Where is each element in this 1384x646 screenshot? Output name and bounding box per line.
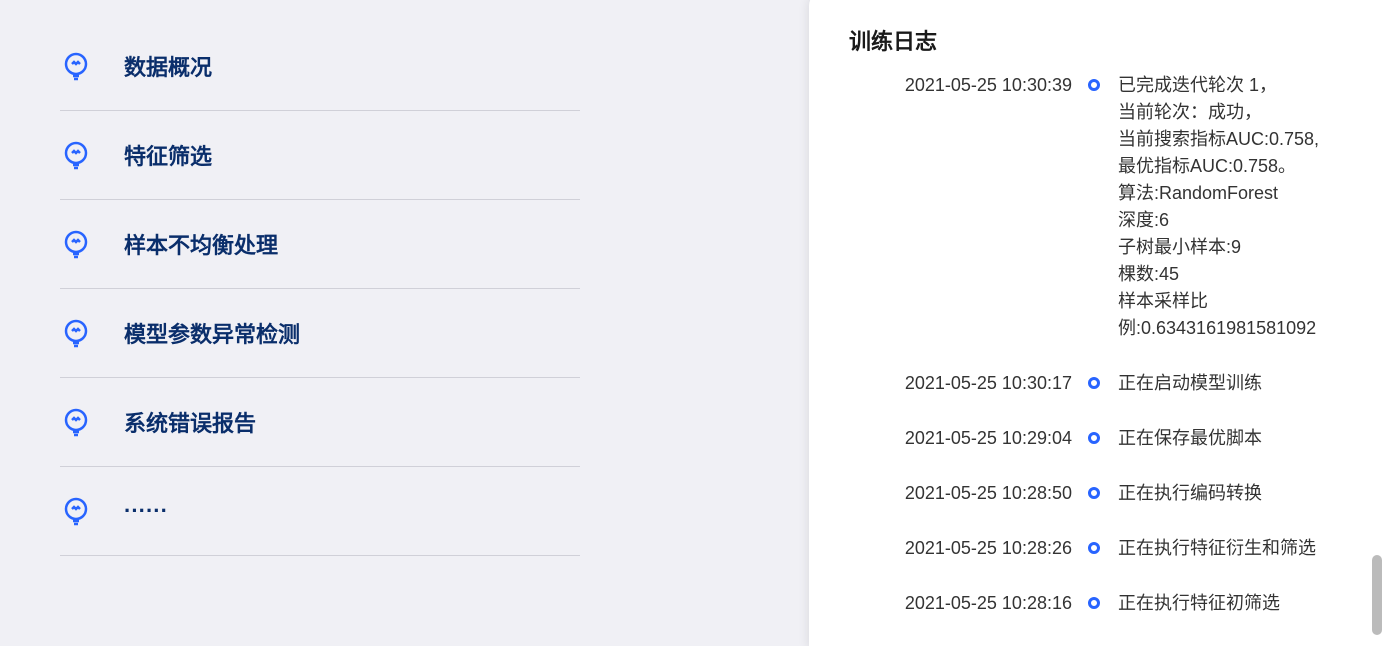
log-message: 正在执行特征衍生和筛选 — [1104, 535, 1354, 562]
timeline-dot — [1084, 425, 1104, 444]
log-entry: 2021-05-25 10:29:04 正在保存最优脚本 — [809, 425, 1354, 452]
log-entry: 2021-05-25 10:30:39 已完成迭代轮次 1， 当前轮次：成功， … — [809, 72, 1354, 342]
menu-item-system-error[interactable]: 系统错误报告 — [60, 378, 580, 467]
menu-item-more[interactable]: ······ — [60, 467, 580, 556]
menu-item-data-overview[interactable]: 数据概况 — [60, 40, 580, 111]
lightbulb-icon — [60, 317, 92, 349]
log-timestamp: 2021-05-25 10:28:50 — [809, 480, 1084, 507]
menu-item-param-anomaly[interactable]: 模型参数异常检测 — [60, 289, 580, 378]
log-timestamp: 2021-05-25 10:28:26 — [809, 535, 1084, 562]
log-panel-title: 训练日志 — [809, 0, 1384, 72]
timeline-dot — [1084, 72, 1104, 91]
timeline-dot — [1084, 370, 1104, 389]
lightbulb-icon — [60, 228, 92, 260]
scrollbar[interactable] — [1372, 60, 1382, 636]
menu-label: 数据概况 — [124, 50, 212, 82]
log-entry: 2021-05-25 10:28:26 正在执行特征衍生和筛选 — [809, 535, 1354, 562]
timeline-dot — [1084, 480, 1104, 499]
lightbulb-icon — [60, 406, 92, 438]
log-list[interactable]: 2021-05-25 10:30:39 已完成迭代轮次 1， 当前轮次：成功， … — [809, 72, 1384, 646]
timeline-dot — [1084, 590, 1104, 609]
menu-label: 模型参数异常检测 — [124, 317, 300, 349]
log-timestamp: 2021-05-25 10:30:17 — [809, 370, 1084, 397]
log-entry: 2021-05-25 10:28:16 正在执行特征初筛选 — [809, 590, 1354, 617]
menu-label: 系统错误报告 — [124, 406, 256, 438]
log-message: 正在执行特征初筛选 — [1104, 590, 1354, 617]
lightbulb-icon — [60, 50, 92, 82]
timeline-dot — [1084, 535, 1104, 554]
lightbulb-icon — [60, 495, 92, 527]
sidebar: 数据概况 特征筛选 样本不均衡处理 模型参数异常检测 系统错误报告 — [0, 0, 640, 636]
log-message: 已完成迭代轮次 1， 当前轮次：成功， 当前搜索指标AUC:0.758, 最优指… — [1104, 72, 1354, 342]
log-message: 正在执行编码转换 — [1104, 480, 1354, 507]
menu-label: 样本不均衡处理 — [124, 228, 278, 260]
log-entry: 2021-05-25 10:30:17 正在启动模型训练 — [809, 370, 1354, 397]
log-message: 正在保存最优脚本 — [1104, 425, 1354, 452]
log-panel: 训练日志 2021-05-25 10:30:39 已完成迭代轮次 1， 当前轮次… — [809, 0, 1384, 646]
scrollbar-thumb[interactable] — [1372, 555, 1382, 635]
log-message: 正在启动模型训练 — [1104, 370, 1354, 397]
menu-label: 特征筛选 — [124, 139, 212, 171]
lightbulb-icon — [60, 139, 92, 171]
menu-label: ······ — [124, 498, 168, 524]
log-entry: 2021-05-25 10:28:50 正在执行编码转换 — [809, 480, 1354, 507]
menu-item-sample-imbalance[interactable]: 样本不均衡处理 — [60, 200, 580, 289]
log-timestamp: 2021-05-25 10:29:04 — [809, 425, 1084, 452]
menu-item-feature-selection[interactable]: 特征筛选 — [60, 111, 580, 200]
log-timestamp: 2021-05-25 10:28:16 — [809, 590, 1084, 617]
log-timestamp: 2021-05-25 10:30:39 — [809, 72, 1084, 99]
